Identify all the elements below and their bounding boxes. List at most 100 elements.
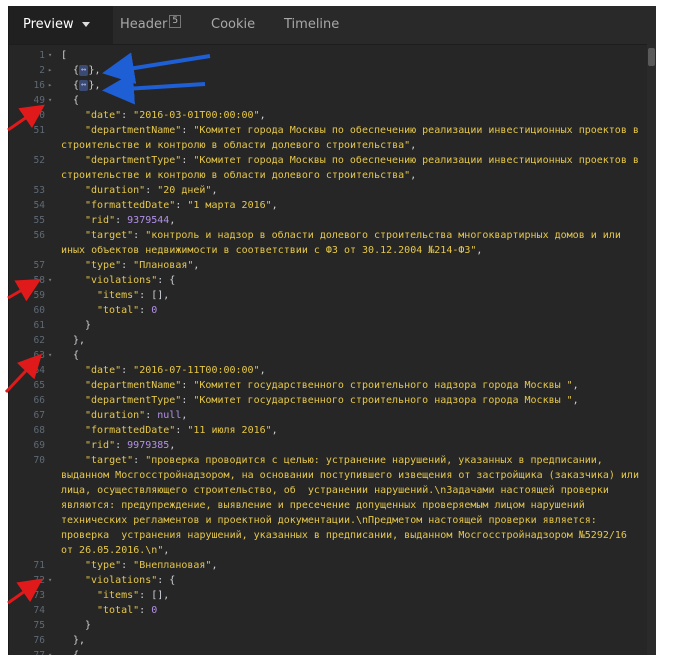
json-punctuation: { [73, 95, 80, 106]
json-string: строительстве и контролю в области долев… [61, 140, 411, 151]
collapse-arrow-icon[interactable]: ▾ [48, 273, 56, 288]
json-punctuation: , [410, 170, 417, 181]
code-text: иных объектов недвижимости в соответстви… [61, 243, 482, 258]
line-number: 63 [33, 350, 45, 361]
scrollbar[interactable] [647, 44, 656, 655]
code-text: "formattedDate": "1 марта 2016", [85, 198, 278, 213]
json-string: "2016-07-11T00:00:00" [133, 365, 260, 376]
json-key: "type" [85, 560, 122, 571]
json-string: "11 июля 2016" [187, 425, 272, 436]
code-line: 74 "total": 0 [9, 603, 647, 618]
code-line: 69 "rid": 9979385, [9, 438, 647, 453]
json-string: "контроль и надзор в области долевого ст… [145, 230, 621, 241]
tab-cookie[interactable]: Cookie [197, 6, 269, 44]
json-key: "formattedDate" [85, 200, 176, 211]
json-key: "duration" [85, 410, 146, 421]
code-line: иных объектов недвижимости в соответстви… [9, 243, 647, 258]
code-text: [ [61, 48, 67, 63]
json-punctuation: , [271, 200, 278, 211]
code-text: "total": 0 [97, 603, 157, 618]
json-key: "departmentType" [85, 155, 182, 166]
json-string: "1 марта 2016" [187, 200, 272, 211]
json-string: "Комитет города Москвы по обеспечению ре… [193, 125, 639, 136]
json-punctuation: { [73, 650, 79, 655]
json-punctuation: }, [73, 335, 86, 346]
code-line: 59 "items": [], [9, 288, 647, 303]
code-line: строительстве и контролю в области долев… [9, 168, 647, 183]
json-punctuation: , [181, 410, 188, 421]
code-text: строительстве и контролю в области долев… [61, 168, 416, 183]
header-count-badge: 5 [169, 15, 182, 28]
json-punctuation: } [85, 320, 92, 331]
collapse-arrow-icon[interactable]: ▾ [48, 93, 56, 108]
code-text: "departmentType": "Комитет государственн… [85, 393, 579, 408]
json-punctuation: , [271, 425, 278, 436]
code-text: от 26.05.2016.\n", [61, 543, 169, 558]
code-line: 52 "departmentType": "Комитет города Моск… [9, 153, 647, 168]
code-line: 64 "date": "2016-07-11T00:00:00", [9, 363, 647, 378]
json-punctuation: , [169, 440, 176, 451]
collapse-arrow-icon[interactable]: ▾ [48, 648, 56, 655]
line-number: 65 [33, 380, 45, 391]
tab-header[interactable]: Header 5 [106, 6, 195, 44]
expand-arrow-icon[interactable]: ▸ [48, 78, 56, 93]
line-number: 50 [33, 110, 45, 121]
code-text: лица, осуществляющего строительство, об … [61, 483, 609, 498]
code-line: 60 "total": 0 [9, 303, 647, 318]
json-punctuation: , [193, 260, 200, 271]
code-text: "total": 0 [97, 303, 157, 318]
code-text: "departmentName": "Комитет государственн… [85, 378, 579, 393]
code-line: выданном Мосгосстройнадзором, на основан… [9, 468, 647, 483]
json-viewer[interactable]: 1 ▾[2 ▸{↔}, 16 ▸{↔}, 49 ▾{50 "date": "2016-03-0… [9, 48, 647, 655]
json-punctuation: , [410, 140, 417, 151]
code-text: технических регламентов и проектной доку… [61, 513, 597, 528]
code-line: 67 "duration": null, [9, 408, 647, 423]
json-punctuation: : [139, 305, 152, 316]
code-text: {↔}, [73, 78, 101, 93]
tab-timeline[interactable]: Timeline [270, 6, 353, 44]
json-punctuation: : [115, 215, 128, 226]
collapse-arrow-icon[interactable]: ▾ [48, 348, 56, 363]
json-punctuation: , [163, 545, 170, 556]
json-punctuation: : [175, 425, 188, 436]
line-number: 49 [33, 95, 45, 106]
tab-preview[interactable]: Preview [9, 6, 113, 44]
json-punctuation: , [259, 365, 266, 376]
line-number: 1 [39, 50, 45, 61]
json-key: "type" [85, 260, 122, 271]
json-key: "items" [97, 590, 140, 601]
code-line: строительстве и контролю в области долев… [9, 138, 647, 153]
code-line: являются: предупреждение, выявление и пр… [9, 498, 647, 513]
code-line: 54 "formattedDate": "1 марта 2016", [9, 198, 647, 213]
json-string: лица, осуществляющего строительство, об … [61, 485, 609, 496]
json-punctuation: : [181, 125, 194, 136]
json-string: выданном Мосгосстройнадзором, на основан… [61, 470, 639, 481]
json-punctuation: , [259, 110, 266, 121]
json-punctuation: }, [88, 65, 101, 76]
collapse-arrow-icon[interactable]: ▾ [48, 48, 56, 63]
line-number: 58 [33, 275, 45, 286]
line-number: 53 [33, 185, 45, 196]
json-key: "total" [97, 305, 140, 316]
json-key: "total" [97, 605, 140, 616]
code-text: }, [73, 333, 85, 348]
json-punctuation: , [476, 245, 483, 256]
collapse-arrow-icon[interactable]: ▾ [48, 573, 56, 588]
line-number: 52 [33, 155, 45, 166]
json-punctuation: }, [88, 80, 101, 91]
json-key: "date" [85, 110, 122, 121]
line-number: 16 [33, 80, 45, 91]
json-punctuation: : [121, 365, 134, 376]
code-text: { [73, 648, 79, 655]
json-punctuation: } [85, 620, 92, 631]
line-number: 68 [33, 425, 45, 436]
line-number: 62 [33, 335, 45, 346]
line-number: 69 [33, 440, 45, 451]
code-text: "date": "2016-07-11T00:00:00", [85, 363, 266, 378]
json-string: "20 дней" [157, 185, 212, 196]
line-number: 72 [33, 575, 45, 586]
scrollbar-thumb[interactable] [648, 48, 655, 66]
expand-arrow-icon[interactable]: ▸ [48, 63, 56, 78]
code-text: "type": "Внеплановая", [85, 558, 217, 573]
code-text: "violations": { [85, 573, 175, 588]
